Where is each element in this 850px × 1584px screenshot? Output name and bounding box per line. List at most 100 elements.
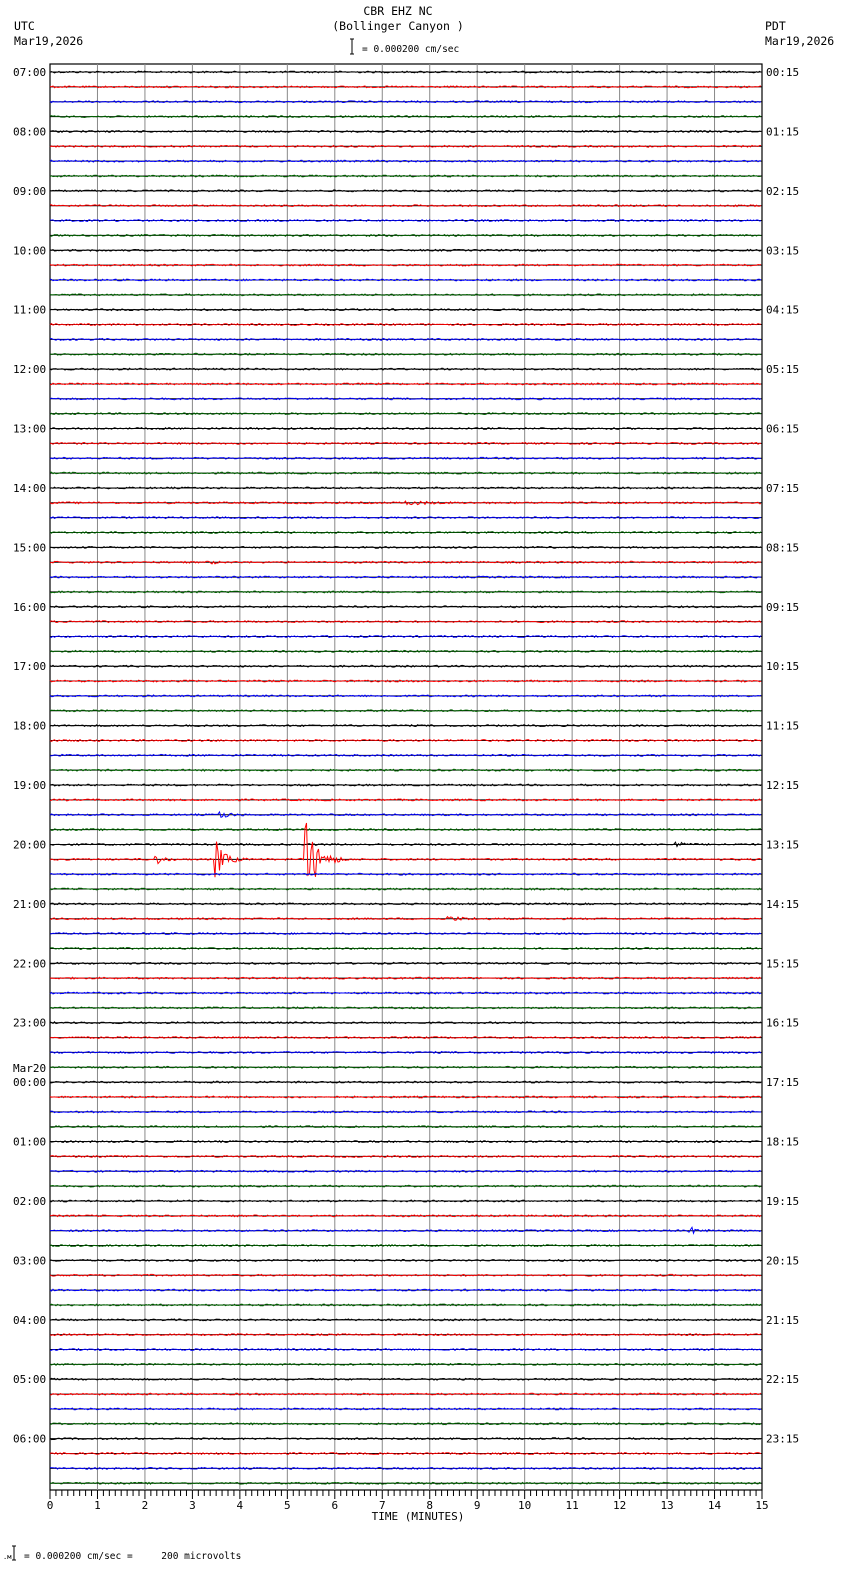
trace-45 [49,738,762,743]
helicorder-plot: CBR EHZ NC (Bollinger Canyon ) UTC Mar19… [0,0,850,1584]
trace-59 [49,946,762,950]
x-tick-label: 4 [237,1499,244,1512]
x-axis: 0 1 2 3 4 5 6 7 8 9 10 11 12 13 14 15 [47,1490,769,1512]
pdt-hour-label: 15:15 [766,957,799,970]
utc-hour-label: 06:00 [13,1433,46,1446]
seismogram-svg: CBR EHZ NC (Bollinger Canyon ) UTC Mar19… [3,4,834,1562]
trace-10 [50,218,762,223]
trace-74 [49,1169,762,1173]
utc-hour-label: 04:00 [13,1314,46,1327]
utc-hour-label: 14:00 [13,482,46,495]
pdt-hour-label: 22:15 [766,1373,799,1386]
trace-37 [49,619,762,624]
x-tick-label: 5 [284,1499,291,1512]
utc-hour-label: 08:00 [13,125,46,138]
right-date: Mar19,2026 [765,34,834,48]
pdt-hour-label: 06:15 [766,423,799,436]
scale-label: = 0.000200 cm/sec [362,44,459,55]
pdt-hour-label: 05:15 [766,363,799,376]
trace-42 [49,694,762,698]
pdt-hour-label: 16:15 [766,1017,799,1030]
pdt-hour-label: 12:15 [766,779,799,792]
utc-hour-label: 05:00 [13,1373,46,1386]
x-axis-label: TIME (MINUTES) [372,1510,465,1523]
trace-17 [49,322,762,327]
trace-9 [49,204,762,208]
utc-hour-label: 10:00 [13,244,46,257]
trace-88 [49,1377,761,1381]
trace-20 [49,367,762,371]
utc-hour-label: 17:00 [13,660,46,673]
trace-53 [49,822,762,878]
x-tick-label: 15 [755,1499,768,1512]
pdt-hour-label: 03:15 [766,244,799,257]
utc-hour-label: 01:00 [13,1136,46,1149]
trace-93 [49,1451,762,1456]
footer-scale-label: = 0.000200 cm/sec = 200 microvolts [24,1551,241,1562]
x-tick-label: 3 [189,1499,196,1512]
trace-86 [49,1347,762,1352]
utc-hour-label: 20:00 [13,838,46,851]
utc-hour-label: 00:00 [13,1076,46,1089]
pdt-hour-label: 04:15 [766,304,799,317]
station-title: CBR EHZ NC [363,4,432,18]
trace-87 [49,1362,762,1367]
trace-16 [49,308,762,312]
trace-18 [49,337,762,341]
utc-hour-label: 23:00 [13,1017,46,1030]
traces [49,70,762,1485]
x-tick-label: 9 [474,1499,481,1512]
pdt-hour-label: 14:15 [766,898,799,911]
pdt-hour-label: 17:15 [766,1076,799,1089]
pdt-hour-label: 10:15 [766,660,799,673]
trace-24 [49,426,762,431]
utc-hour-label: 02:00 [13,1195,46,1208]
utc-hour-label: 11:00 [13,304,46,317]
pdt-hour-label: 21:15 [766,1314,799,1327]
x-tick-label: 0 [47,1499,54,1512]
trace-22 [49,397,762,401]
trace-76 [49,1199,762,1203]
trace-35 [49,590,762,594]
utc-hour-label: 21:00 [13,898,46,911]
trace-34 [49,575,762,579]
pdt-hour-label: 08:15 [766,541,799,554]
utc-hour-label: 16:00 [13,601,46,614]
utc-hour-label: 03:00 [13,1254,46,1267]
scale-bar-icon [350,38,354,55]
x-tick-label: 13 [660,1499,673,1512]
date-change-label: Mar20 [13,1062,46,1075]
x-tick-label: 1 [94,1499,101,1512]
x-tick-label: 6 [331,1499,338,1512]
pdt-hour-label: 19:15 [766,1195,799,1208]
utc-hour-label: 22:00 [13,957,46,970]
trace-57 [49,915,762,921]
trace-1 [49,85,762,89]
x-tick-label: 10 [518,1499,531,1512]
trace-19 [49,352,762,356]
utc-hour-label: 09:00 [13,185,46,198]
utc-hour-label: 12:00 [13,363,46,376]
left-timezone: UTC [14,19,35,33]
x-tick-label: 11 [566,1499,579,1512]
trace-70 [49,1110,761,1114]
utc-hour-label: 19:00 [13,779,46,792]
pdt-hour-label: 07:15 [766,482,799,495]
utc-hour-label: 15:00 [13,541,46,554]
pdt-hour-label: 02:15 [766,185,799,198]
pdt-hour-label: 20:15 [766,1254,799,1267]
x-tick-label: 14 [708,1499,722,1512]
pdt-hour-label: 13:15 [766,838,799,851]
utc-hour-label: 18:00 [13,720,46,733]
left-date: Mar19,2026 [14,34,83,48]
trace-85 [49,1333,762,1337]
trace-49 [49,798,762,802]
trace-13 [49,263,762,267]
trace-77 [49,1214,762,1218]
pdt-hour-label: 09:15 [766,601,799,614]
right-timezone: PDT [765,19,786,33]
pdt-hour-label: 18:15 [766,1136,799,1149]
pdt-hour-label: 00:15 [766,66,799,79]
trace-30 [49,516,762,520]
utc-hour-label: 13:00 [13,423,46,436]
